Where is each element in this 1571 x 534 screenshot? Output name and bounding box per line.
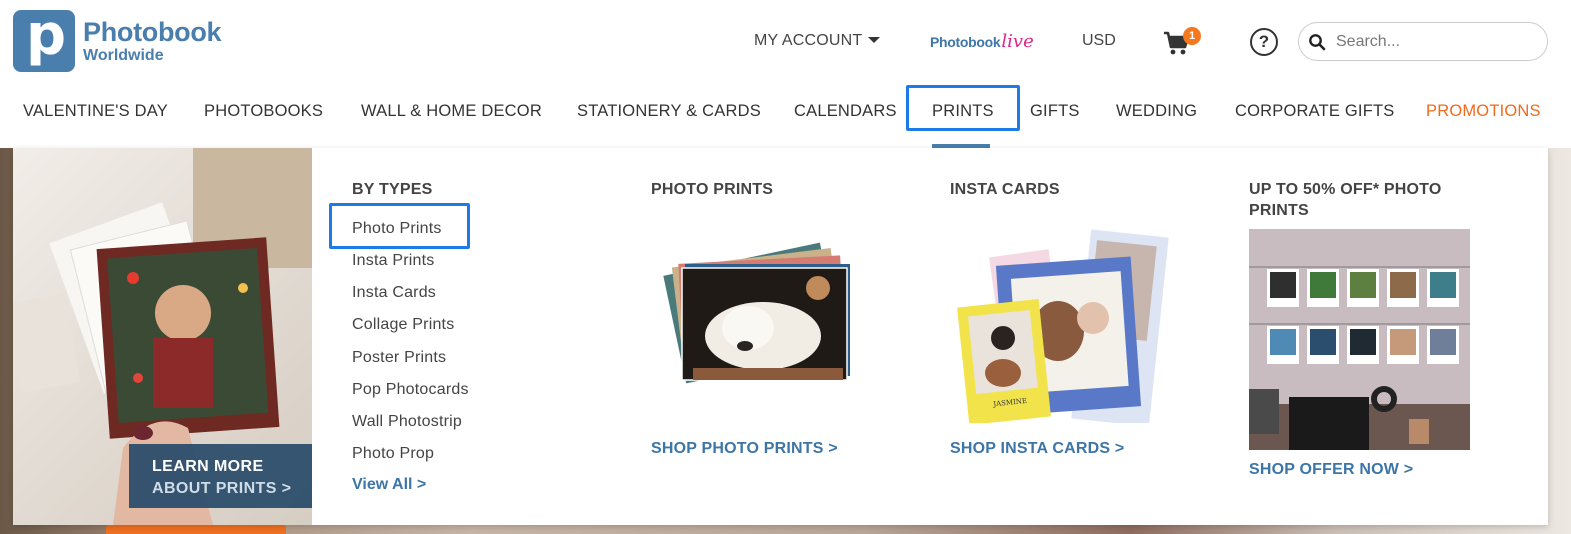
prints-highlight-box: [906, 85, 1020, 131]
search-box: [1298, 22, 1548, 61]
nav-valentines-day[interactable]: VALENTINE'S DAY: [23, 102, 168, 121]
shop-offer-now-link[interactable]: SHOP OFFER NOW >: [1249, 461, 1413, 479]
search-icon[interactable]: [1308, 33, 1326, 51]
nav-gifts[interactable]: GIFTS: [1030, 102, 1080, 121]
logo-wordmark: Photobook Worldwide: [83, 16, 222, 64]
logo-subtitle: Worldwide: [83, 46, 164, 64]
offer-heading-line1: UP TO 50% OFF* PHOTO: [1249, 181, 1442, 198]
brand-logo[interactable]: p Photobook Worldwide: [13, 3, 222, 72]
nav-wall-home-decor[interactable]: WALL & HOME DECOR: [361, 102, 542, 121]
type-link-insta-cards[interactable]: Insta Cards: [352, 284, 436, 302]
type-link-photo-prop[interactable]: Photo Prop: [352, 445, 434, 463]
currency-selector[interactable]: USD: [1082, 32, 1116, 50]
photobook-live-script: live: [1001, 31, 1034, 52]
insta-cards-image[interactable]: JASMINE: [953, 223, 1173, 423]
prints-promo-panel[interactable]: LEARN MORE ABOUT PRINTS >: [13, 148, 312, 525]
photo-prints-image[interactable]: [653, 228, 863, 398]
photobook-live-text: Photobook: [930, 34, 1001, 50]
background-orange-button: [106, 524, 286, 534]
learn-more-line2: ABOUT PRINTS >: [152, 480, 292, 497]
type-link-wall-photostrip[interactable]: Wall Photostrip: [352, 413, 462, 431]
nav-promotions[interactable]: PROMOTIONS: [1426, 102, 1541, 121]
insta-cards-heading: INSTA CARDS: [950, 181, 1060, 198]
offer-heading-line2: PRINTS: [1249, 202, 1309, 219]
nav-stationery-cards[interactable]: STATIONERY & CARDS: [577, 102, 761, 121]
learn-more-prints-button[interactable]: LEARN MORE ABOUT PRINTS >: [129, 444, 312, 508]
nav-corporate-gifts[interactable]: CORPORATE GIFTS: [1235, 102, 1394, 121]
shop-photo-prints-link[interactable]: SHOP PHOTO PRINTS >: [651, 440, 838, 458]
photo-prints-highlight-box: [329, 203, 470, 249]
cart-button[interactable]: 1: [1163, 27, 1203, 58]
photo-prints-heading: PHOTO PRINTS: [651, 181, 774, 198]
my-account-menu[interactable]: MY ACCOUNT: [754, 32, 881, 50]
logo-letter: p: [26, 3, 67, 68]
cart-count-badge: 1: [1183, 27, 1201, 45]
shop-insta-cards-link[interactable]: SHOP INSTA CARDS >: [950, 440, 1124, 458]
type-link-poster-prints[interactable]: Poster Prints: [352, 349, 446, 367]
prints-mega-menu: LEARN MORE ABOUT PRINTS > BY TYPES Photo…: [13, 148, 1548, 525]
logo-mark-icon: p: [13, 3, 75, 72]
search-input[interactable]: [1336, 32, 1536, 51]
nav-calendars[interactable]: CALENDARS: [794, 102, 897, 121]
caret-down-icon: [868, 37, 881, 43]
by-types-heading: BY TYPES: [352, 181, 433, 198]
logo-title: Photobook: [83, 16, 222, 47]
offer-heading: UP TO 50% OFF* PHOTO PRINTS: [1249, 179, 1479, 221]
type-link-insta-prints[interactable]: Insta Prints: [352, 252, 434, 270]
view-all-link[interactable]: View All >: [352, 476, 426, 494]
offer-photo-wall-image[interactable]: [1249, 229, 1470, 450]
nav-wedding[interactable]: WEDDING: [1116, 102, 1197, 121]
type-link-pop-photocards[interactable]: Pop Photocards: [352, 381, 469, 399]
learn-more-line1: LEARN MORE: [152, 458, 264, 475]
type-link-collage-prints[interactable]: Collage Prints: [352, 316, 454, 334]
photobook-live-link[interactable]: Photobook live: [930, 31, 1034, 52]
help-icon[interactable]: ?: [1250, 28, 1278, 56]
my-account-label: MY ACCOUNT: [754, 32, 863, 49]
nav-photobooks[interactable]: PHOTOBOOKS: [204, 102, 323, 121]
